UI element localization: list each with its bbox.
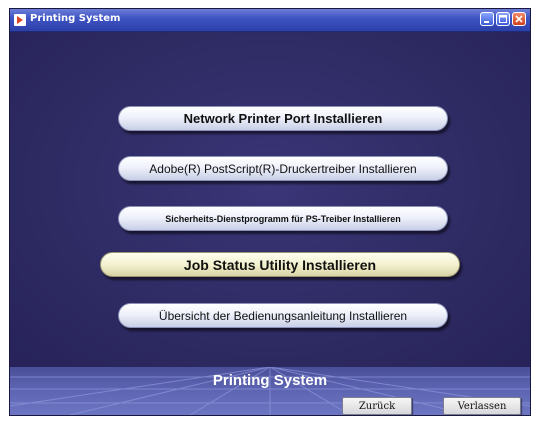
maximize-icon	[499, 15, 507, 23]
footer-bar: Printing System Zurück Verlassen	[10, 367, 530, 415]
install-manual-overview-button[interactable]: Übersicht der Bedienungsanleitung Instal…	[118, 303, 448, 328]
minimize-button[interactable]	[480, 12, 494, 26]
install-postscript-driver-button[interactable]: Adobe(R) PostScript(R)-Druckertreiber In…	[118, 156, 448, 181]
window-title: Printing System	[30, 13, 121, 24]
install-network-printer-port-button[interactable]: Network Printer Port Installieren	[118, 106, 448, 131]
minimize-icon	[484, 21, 489, 23]
menu-panel: Network Printer Port Installieren Adobe(…	[10, 32, 530, 367]
install-job-status-utility-button[interactable]: Job Status Utility Installieren	[100, 252, 460, 277]
back-button[interactable]: Zurück	[342, 397, 412, 415]
footer-title: Printing System	[212, 372, 328, 389]
title-bar[interactable]: Printing System	[10, 9, 530, 32]
exit-button[interactable]: Verlassen	[443, 397, 521, 415]
close-button[interactable]	[512, 12, 526, 26]
app-icon	[14, 14, 26, 26]
install-security-utility-button[interactable]: Sicherheits-Dienstprogramm für PS-Treibe…	[118, 206, 448, 231]
maximize-button[interactable]	[496, 12, 510, 26]
installer-window: Printing System Network Printer Port Ins…	[9, 8, 531, 416]
close-icon	[515, 15, 523, 23]
